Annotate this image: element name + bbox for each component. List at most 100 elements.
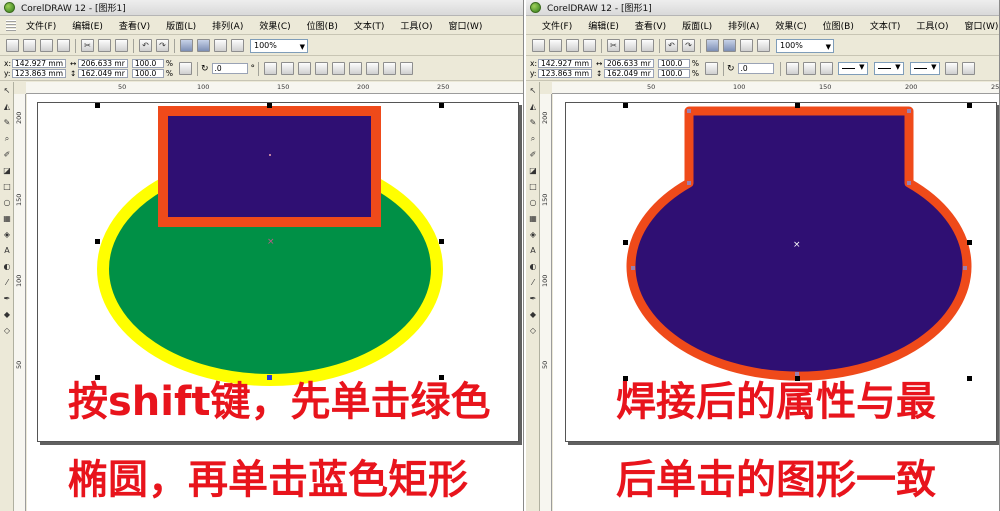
- undo-icon[interactable]: ↶: [139, 39, 152, 52]
- menu-view[interactable]: 查看(V): [111, 19, 158, 32]
- corel-online-icon[interactable]: [231, 39, 244, 52]
- convert-to-curves-icon[interactable]: [802, 62, 816, 75]
- smart-fill-tool-icon[interactable]: ◪: [528, 166, 538, 176]
- pick-tool-icon[interactable]: ↖: [2, 86, 12, 96]
- polygon-tool-icon[interactable]: ▦: [528, 214, 538, 224]
- outline-width-icon[interactable]: [961, 62, 975, 75]
- text-tool-icon[interactable]: A: [528, 246, 538, 256]
- menu-bitmaps[interactable]: 位图(B): [815, 19, 862, 32]
- outline-tool-icon[interactable]: ✒: [2, 294, 12, 304]
- mirror-horizontal-icon[interactable]: [264, 62, 277, 75]
- wrap-text-icon[interactable]: [944, 62, 958, 75]
- open-folder-icon[interactable]: [23, 39, 36, 52]
- paste-icon[interactable]: [641, 39, 654, 52]
- fill-tool-icon[interactable]: ◆: [528, 310, 538, 320]
- x-position-field[interactable]: 142.927 mm: [538, 59, 593, 68]
- scale-y-field[interactable]: 100.0: [657, 69, 690, 78]
- text-tool-icon[interactable]: A: [2, 246, 12, 256]
- menu-layout[interactable]: 版面(L): [674, 19, 720, 32]
- mirror-vertical-icon[interactable]: [281, 62, 294, 75]
- crop-tool-icon[interactable]: ✎: [2, 118, 12, 128]
- scale-x-field[interactable]: 100.0: [131, 59, 164, 68]
- create-boundary-icon[interactable]: [400, 62, 413, 75]
- basic-shapes-tool-icon[interactable]: ◈: [2, 230, 12, 240]
- width-field[interactable]: 206.633 mr: [78, 59, 128, 68]
- shape-tool-icon[interactable]: ◭: [528, 102, 538, 112]
- menu-edit[interactable]: 编辑(E): [580, 19, 627, 32]
- freehand-tool-icon[interactable]: ✐: [528, 150, 538, 160]
- copy-icon[interactable]: [624, 39, 637, 52]
- zoom-tool-icon[interactable]: ⌕: [2, 134, 12, 144]
- interactive-blend-tool-icon[interactable]: ◐: [528, 262, 538, 272]
- front-minus-back-icon[interactable]: [366, 62, 379, 75]
- export-icon[interactable]: [723, 39, 736, 52]
- interactive-fill-tool-icon[interactable]: ◇: [2, 326, 12, 336]
- rotation-field[interactable]: .0: [737, 63, 774, 74]
- zoom-level-dropdown[interactable]: 100% ▼: [250, 38, 308, 53]
- y-position-field[interactable]: 123.863 mm: [12, 69, 67, 78]
- trim-icon[interactable]: [315, 62, 328, 75]
- ellipse-tool-icon[interactable]: ○: [2, 198, 12, 208]
- print-icon[interactable]: [583, 39, 596, 52]
- menu-view[interactable]: 查看(V): [627, 19, 674, 32]
- corel-online-icon[interactable]: [757, 39, 770, 52]
- menu-file[interactable]: 文件(F): [20, 19, 64, 32]
- crop-tool-icon[interactable]: ✎: [528, 118, 538, 128]
- cut-icon[interactable]: ✂: [81, 39, 94, 52]
- import-icon[interactable]: [706, 39, 719, 52]
- simplify-icon[interactable]: [349, 62, 362, 75]
- drawing-canvas[interactable]: ×: [27, 94, 523, 511]
- redo-icon[interactable]: ↷: [156, 39, 169, 52]
- menu-effects[interactable]: 效果(C): [251, 19, 298, 32]
- ellipse-tool-icon[interactable]: ○: [528, 198, 538, 208]
- back-minus-front-icon[interactable]: [383, 62, 396, 75]
- weld-icon[interactable]: [298, 62, 311, 75]
- copy-icon[interactable]: [98, 39, 111, 52]
- menu-text[interactable]: 文本(T): [346, 19, 393, 32]
- menu-layout[interactable]: 版面(L): [158, 19, 204, 32]
- menu-text[interactable]: 文本(T): [862, 19, 909, 32]
- fill-tool-icon[interactable]: ◆: [2, 310, 12, 320]
- new-document-icon[interactable]: [532, 39, 545, 52]
- lock-ratio-icon[interactable]: [178, 62, 192, 75]
- menu-window[interactable]: 窗口(W): [441, 19, 491, 32]
- intersect-icon[interactable]: [332, 62, 345, 75]
- menu-arrange[interactable]: 排列(A): [204, 19, 251, 32]
- break-apart-icon[interactable]: [819, 62, 833, 75]
- menu-effects[interactable]: 效果(C): [767, 19, 814, 32]
- menu-file[interactable]: 文件(F): [536, 19, 580, 32]
- lock-ratio-icon[interactable]: [704, 62, 718, 75]
- application-launcher-icon[interactable]: [740, 39, 753, 52]
- freehand-tool-icon[interactable]: ✐: [2, 150, 12, 160]
- menu-edit[interactable]: 编辑(E): [64, 19, 111, 32]
- print-icon[interactable]: [57, 39, 70, 52]
- eyedropper-tool-icon[interactable]: ⁄: [2, 278, 12, 288]
- shape-tool-icon[interactable]: ◭: [2, 102, 12, 112]
- zoom-tool-icon[interactable]: ⌕: [528, 134, 538, 144]
- basic-shapes-tool-icon[interactable]: ◈: [528, 230, 538, 240]
- interactive-blend-tool-icon[interactable]: ◐: [2, 262, 12, 272]
- cut-icon[interactable]: ✂: [607, 39, 620, 52]
- mirror-horizontal-icon[interactable]: [785, 62, 799, 75]
- application-launcher-icon[interactable]: [214, 39, 227, 52]
- rectangle-tool-icon[interactable]: □: [528, 182, 538, 192]
- y-position-field[interactable]: 123.863 mm: [538, 69, 593, 78]
- menu-arrange[interactable]: 排列(A): [720, 19, 767, 32]
- outline-tool-icon[interactable]: ✒: [528, 294, 538, 304]
- height-field[interactable]: 162.049 mr: [604, 69, 654, 78]
- redo-icon[interactable]: ↷: [682, 39, 695, 52]
- x-position-field[interactable]: 142.927 mm: [12, 59, 67, 68]
- open-folder-icon[interactable]: [549, 39, 562, 52]
- width-field[interactable]: 206.633 mr: [604, 59, 654, 68]
- end-arrowhead-dropdown[interactable]: ▼: [909, 62, 940, 75]
- polygon-tool-icon[interactable]: ▦: [2, 214, 12, 224]
- import-icon[interactable]: [180, 39, 193, 52]
- undo-icon[interactable]: ↶: [665, 39, 678, 52]
- new-document-icon[interactable]: [6, 39, 19, 52]
- save-icon[interactable]: [566, 39, 579, 52]
- height-field[interactable]: 162.049 mr: [78, 69, 128, 78]
- blue-rectangle[interactable]: [158, 106, 381, 227]
- menu-tools[interactable]: 工具(O): [908, 19, 956, 32]
- rectangle-tool-icon[interactable]: □: [2, 182, 12, 192]
- menu-tools[interactable]: 工具(O): [392, 19, 440, 32]
